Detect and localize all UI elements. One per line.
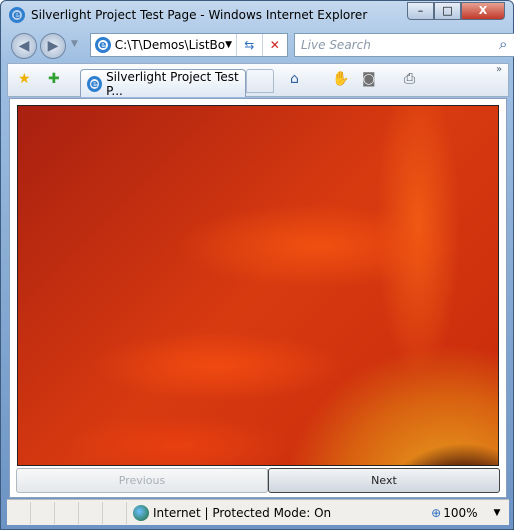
next-button[interactable]: Next bbox=[268, 468, 500, 493]
zoom-level[interactable]: 100% bbox=[443, 506, 477, 520]
window-title: Silverlight Project Test Page - Windows … bbox=[31, 8, 368, 22]
refresh-button[interactable]: ⇆ bbox=[236, 34, 261, 56]
close-button[interactable]: X bbox=[461, 2, 505, 20]
address-input[interactable]: C:\T\Demos\ListBo bbox=[111, 38, 225, 52]
status-bar: Internet | Protected Mode: On ⊕ 100% ▼ bbox=[7, 499, 509, 525]
zoom-dropdown-icon[interactable]: ▼ bbox=[494, 508, 501, 518]
forward-button[interactable]: ▶ bbox=[40, 33, 66, 59]
previous-button[interactable]: Previous bbox=[16, 468, 268, 493]
address-bar[interactable]: e C:\T\Demos\ListBo ▼ ⇆ ✕ bbox=[90, 33, 288, 57]
ie-icon: e bbox=[9, 7, 25, 23]
tab-ie-icon: e bbox=[87, 75, 103, 92]
globe-icon bbox=[133, 504, 149, 521]
page-icon: e bbox=[95, 37, 111, 53]
tab-active[interactable]: e Silverlight Project Test P... bbox=[80, 69, 246, 98]
minimize-button[interactable]: – bbox=[407, 2, 434, 20]
title-bar: e Silverlight Project Test Page - Window… bbox=[9, 5, 367, 25]
hand-icon[interactable]: ✋ bbox=[332, 71, 349, 87]
tab-title: Silverlight Project Test P... bbox=[106, 69, 239, 98]
browser-window: e Silverlight Project Test Page - Window… bbox=[0, 0, 514, 530]
favorites-star-icon[interactable]: ★ bbox=[18, 71, 31, 87]
search-icon[interactable]: ⌕ bbox=[499, 35, 507, 53]
rss-icon[interactable]: ◙ bbox=[362, 71, 376, 87]
address-dropdown-icon[interactable]: ▼ bbox=[225, 40, 232, 50]
more-tools-icon[interactable]: » bbox=[496, 64, 502, 75]
search-input[interactable]: Live Search bbox=[294, 33, 514, 57]
zoom-icon[interactable]: ⊕ bbox=[431, 506, 441, 520]
home-icon[interactable]: ⌂ bbox=[290, 71, 299, 87]
security-zone[interactable]: Internet | Protected Mode: On bbox=[153, 506, 331, 520]
new-tab-button[interactable] bbox=[246, 69, 274, 93]
back-button[interactable]: ◀ bbox=[11, 33, 37, 59]
stop-button[interactable]: ✕ bbox=[261, 34, 287, 56]
add-favorites-icon[interactable]: ✚ bbox=[48, 71, 60, 87]
maximize-button[interactable]: □ bbox=[434, 2, 461, 20]
flower-image bbox=[17, 105, 499, 466]
command-bar: ★ ✚ e Silverlight Project Test P... ⌂ ✋ … bbox=[7, 63, 509, 98]
recent-pages-dropdown[interactable]: ▼ bbox=[71, 39, 78, 49]
print-icon[interactable]: ⎙ bbox=[404, 71, 415, 87]
